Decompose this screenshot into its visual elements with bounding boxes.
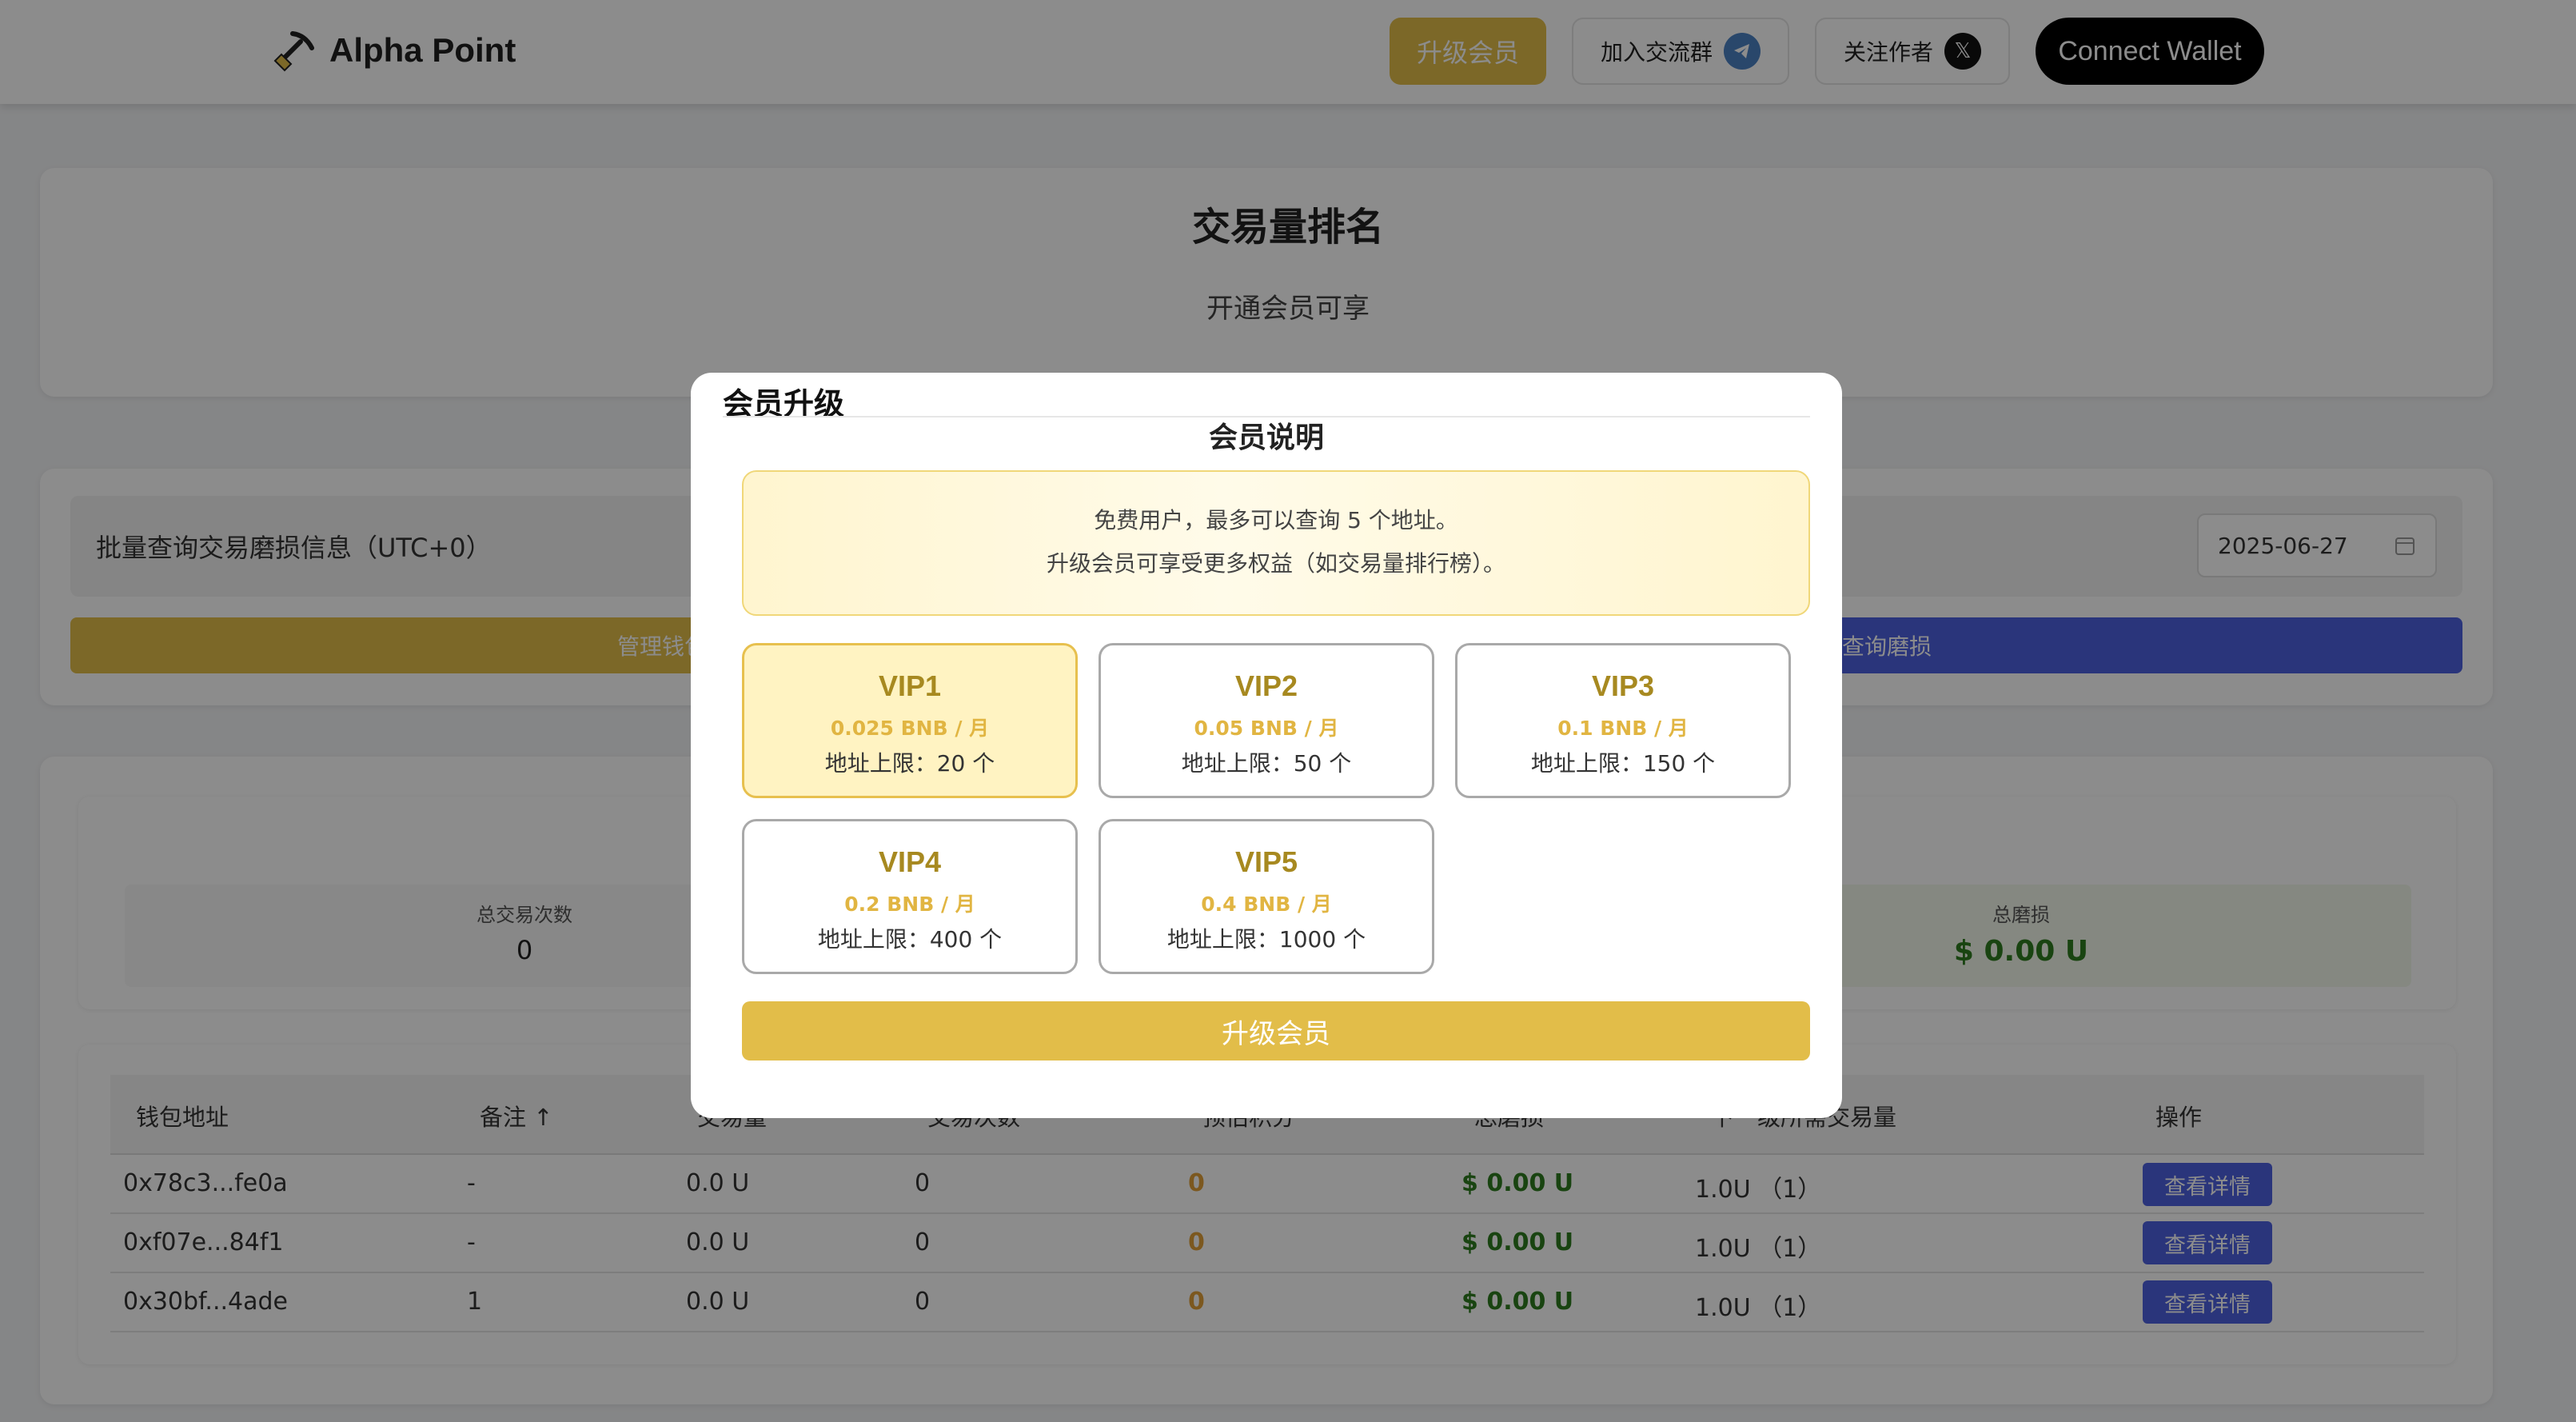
- plan-limit: 地址上限：150 个: [1530, 750, 1716, 777]
- membership-notice: 免费用户，最多可以查询 5 个地址。 升级会员可享受更多权益（如交易量排行榜）。: [742, 470, 1810, 616]
- notice-line-2: 升级会员可享受更多权益（如交易量排行榜）。: [1046, 550, 1505, 577]
- plan-limit: 地址上限：20 个: [824, 750, 995, 777]
- plan-card-vip3[interactable]: VIP3 0.1 BNB / 月 地址上限：150 个: [1455, 643, 1791, 798]
- plan-name: VIP3: [1591, 669, 1655, 702]
- plan-limit: 地址上限：50 个: [1181, 750, 1352, 777]
- plan-price: 0.05 BNB / 月: [1194, 717, 1339, 740]
- plan-name: VIP5: [1234, 845, 1298, 878]
- plan-card-vip4[interactable]: VIP4 0.2 BNB / 月 地址上限：400 个: [742, 819, 1078, 974]
- plan-card-vip1[interactable]: VIP1 0.025 BNB / 月 地址上限：20 个: [742, 643, 1078, 798]
- plan-price: 0.025 BNB / 月: [830, 717, 990, 740]
- plan-name: VIP2: [1234, 669, 1298, 702]
- notice-line-1: 免费用户，最多可以查询 5 个地址。: [1094, 507, 1458, 533]
- plan-limit: 地址上限：400 个: [817, 926, 1003, 953]
- plan-price: 0.1 BNB / 月: [1557, 717, 1689, 740]
- confirm-upgrade-button[interactable]: 升级会员: [742, 1001, 1810, 1061]
- plan-name: VIP4: [878, 845, 942, 878]
- plan-limit: 地址上限：1000 个: [1166, 926, 1366, 953]
- plan-card-vip2[interactable]: VIP2 0.05 BNB / 月 地址上限：50 个: [1099, 643, 1434, 798]
- modal-subtitle: 会员说明: [1208, 421, 1324, 454]
- plan-name: VIP1: [878, 669, 942, 702]
- plan-price: 0.2 BNB / 月: [844, 893, 975, 916]
- upgrade-modal: 会员升级 会员说明 免费用户，最多可以查询 5 个地址。 升级会员可享受更多权益…: [691, 373, 1842, 1118]
- plan-price: 0.4 BNB / 月: [1201, 893, 1332, 916]
- plan-card-vip5[interactable]: VIP5 0.4 BNB / 月 地址上限：1000 个: [1099, 819, 1434, 974]
